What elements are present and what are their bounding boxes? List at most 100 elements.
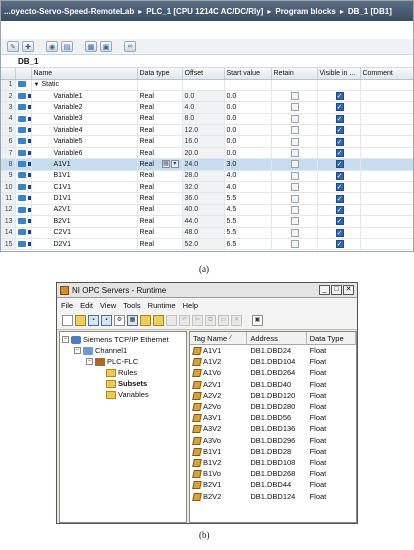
menu-runtime[interactable]: Runtime bbox=[148, 301, 176, 310]
tag-name-cell[interactable]: A3V1 bbox=[190, 413, 247, 423]
tag-name-cell[interactable]: Variable3 bbox=[31, 113, 138, 126]
list-item[interactable]: A3V2 DB1.DBD136 Float bbox=[190, 423, 356, 434]
list-item[interactable]: B1V1 DB1.DBD28 Float bbox=[190, 446, 356, 457]
tag-name-cell[interactable]: Variable1 bbox=[31, 90, 138, 103]
retain-checkbox[interactable] bbox=[291, 92, 299, 101]
retain-cell[interactable] bbox=[271, 158, 318, 171]
table-row[interactable]: 2 Variable1 Real 0.0 0.0 ✓ bbox=[1, 90, 413, 103]
tree-item-subsets[interactable]: Subsets bbox=[60, 378, 186, 389]
retain-checkbox[interactable] bbox=[291, 114, 299, 123]
table-row[interactable]: 12 A2V1 Real 40.0 4.5 ✓ bbox=[1, 204, 413, 217]
expand-all-icon[interactable]: ▦ bbox=[85, 41, 97, 52]
collapse-icon[interactable]: − bbox=[62, 336, 69, 343]
tag-name-cell[interactable]: A1V1 bbox=[31, 158, 138, 171]
comment-cell[interactable] bbox=[360, 101, 413, 114]
retain-checkbox[interactable] bbox=[291, 137, 299, 146]
start-value-cell[interactable]: 0.0 bbox=[224, 101, 272, 114]
tag-name-cell[interactable]: C2V1 bbox=[31, 227, 138, 239]
tag-name-cell[interactable]: B1V1 bbox=[31, 170, 138, 183]
tag-name-cell[interactable]: B2V2 bbox=[190, 492, 247, 501]
tag-name-cell[interactable]: A2Vo bbox=[190, 402, 247, 412]
list-item[interactable]: A3V1 DB1.DBD56 Float bbox=[190, 412, 356, 423]
breadcrumb-project[interactable]: ...oyecto-Servo-Speed-RemoteLab bbox=[4, 7, 134, 16]
table-row[interactable]: 11 D1V1 Real 36.0 5.5 ✓ bbox=[1, 192, 413, 205]
retain-checkbox[interactable] bbox=[291, 160, 299, 169]
retain-cell[interactable] bbox=[271, 113, 318, 126]
tag-name-cell[interactable]: C1V1 bbox=[31, 181, 138, 194]
cut-icon[interactable]: ✂ bbox=[192, 315, 203, 326]
menu-help[interactable]: Help bbox=[183, 301, 198, 310]
close-button[interactable]: ✕ bbox=[343, 285, 354, 295]
list-item[interactable]: A2V2 DB1.DBD120 Float bbox=[190, 390, 356, 401]
comment-cell[interactable] bbox=[360, 227, 413, 239]
start-value-cell[interactable]: 0.0 bbox=[224, 113, 272, 126]
table-row[interactable]: 9 B1V1 Real 28.0 4.0 ✓ bbox=[1, 170, 413, 183]
comment-cell[interactable] bbox=[360, 215, 413, 228]
undo-icon[interactable]: ↶ bbox=[179, 315, 190, 326]
tag-name-cell[interactable]: A1V2 bbox=[190, 357, 247, 367]
retain-checkbox[interactable] bbox=[291, 126, 299, 135]
menu-edit[interactable]: Edit bbox=[80, 301, 93, 310]
comment-cell[interactable] bbox=[360, 192, 413, 205]
tag-name-cell[interactable]: A2V1 bbox=[31, 204, 138, 217]
start-value-cell[interactable]: 3.0 bbox=[224, 158, 272, 171]
tag-name-cell[interactable]: A1V1 bbox=[190, 346, 247, 356]
col-data-type[interactable]: Data Type bbox=[307, 332, 356, 344]
tree-item-rules[interactable]: Rules bbox=[60, 367, 186, 378]
visible-checkbox[interactable]: ✓ bbox=[335, 92, 344, 101]
data-type-cell[interactable]: Real bbox=[137, 113, 183, 126]
data-type-cell[interactable]: Real bbox=[137, 101, 183, 114]
add-row-icon[interactable]: ✚ bbox=[22, 41, 34, 52]
visible-cell[interactable]: ✓ bbox=[317, 181, 361, 194]
retain-checkbox[interactable] bbox=[291, 228, 299, 237]
retain-cell[interactable] bbox=[271, 124, 318, 137]
new-file-icon[interactable] bbox=[62, 315, 73, 326]
start-value-cell[interactable]: 5.5 bbox=[224, 227, 272, 239]
list-item[interactable]: A1V1 DB1.DBD24 Float bbox=[190, 345, 356, 356]
data-type-cell[interactable]: Real bbox=[137, 227, 183, 239]
comment-cell[interactable] bbox=[360, 113, 413, 126]
chevron-down-icon[interactable]: ▾ bbox=[170, 160, 179, 169]
col-offset[interactable]: Offset bbox=[182, 68, 225, 80]
paste-icon[interactable]: ▭ bbox=[218, 315, 229, 326]
visible-cell[interactable]: ✓ bbox=[317, 147, 361, 160]
retain-checkbox[interactable] bbox=[291, 205, 299, 214]
save-icon[interactable]: ▪ bbox=[88, 315, 99, 326]
tree-item-ethernet[interactable]: − Siemens TCP/IP Ethernet bbox=[60, 334, 186, 345]
new-tag-icon[interactable] bbox=[153, 315, 164, 326]
col-name[interactable]: Name bbox=[31, 68, 138, 80]
tag-name-cell[interactable]: D1V1 bbox=[31, 192, 138, 205]
retain-checkbox[interactable] bbox=[291, 194, 299, 203]
new-group-icon[interactable] bbox=[140, 315, 151, 326]
data-type-cell[interactable]: Real bbox=[137, 90, 183, 103]
comment-cell[interactable] bbox=[360, 238, 413, 251]
start-value-cell[interactable]: 5.5 bbox=[224, 192, 272, 205]
start-value-cell[interactable]: 0.0 bbox=[224, 147, 272, 160]
type-picker-icon[interactable]: ▤ bbox=[161, 160, 170, 169]
save-as-icon[interactable]: ▪ bbox=[101, 315, 112, 326]
retain-cell[interactable] bbox=[271, 135, 318, 148]
tag-name-cell[interactable]: B1Vo bbox=[190, 469, 247, 479]
visible-checkbox[interactable]: ✓ bbox=[335, 217, 344, 226]
comment-cell[interactable] bbox=[360, 158, 413, 171]
visible-cell[interactable]: ✓ bbox=[317, 90, 361, 103]
data-type-cell[interactable]: Real bbox=[137, 181, 183, 194]
visible-cell[interactable]: ✓ bbox=[317, 238, 361, 251]
data-type-cell[interactable]: Real bbox=[137, 147, 183, 160]
open-folder-icon[interactable] bbox=[75, 315, 86, 326]
comment-cell[interactable] bbox=[360, 124, 413, 137]
col-retain[interactable]: Retain bbox=[271, 68, 318, 80]
copy-snapshot-icon[interactable]: ▤ bbox=[61, 41, 73, 52]
collapse-icon[interactable]: − bbox=[86, 358, 93, 365]
visible-cell[interactable]: ✓ bbox=[317, 215, 361, 228]
comment-cell[interactable] bbox=[360, 147, 413, 160]
table-row[interactable]: 5 Variable4 Real 12.0 0.0 ✓ bbox=[1, 124, 413, 137]
tag-name-cell[interactable]: B1V1 bbox=[190, 447, 247, 456]
data-type-cell[interactable]: Real bbox=[137, 204, 183, 217]
retain-cell[interactable] bbox=[271, 238, 318, 251]
tag-name-cell[interactable]: Variable4 bbox=[31, 124, 138, 137]
list-item[interactable]: A2V1 DB1.DBD40 Float bbox=[190, 379, 356, 390]
breadcrumb-db[interactable]: DB_1 [DB1] bbox=[348, 7, 392, 16]
visible-checkbox[interactable]: ✓ bbox=[335, 114, 344, 123]
visible-cell[interactable]: ✓ bbox=[317, 101, 361, 114]
